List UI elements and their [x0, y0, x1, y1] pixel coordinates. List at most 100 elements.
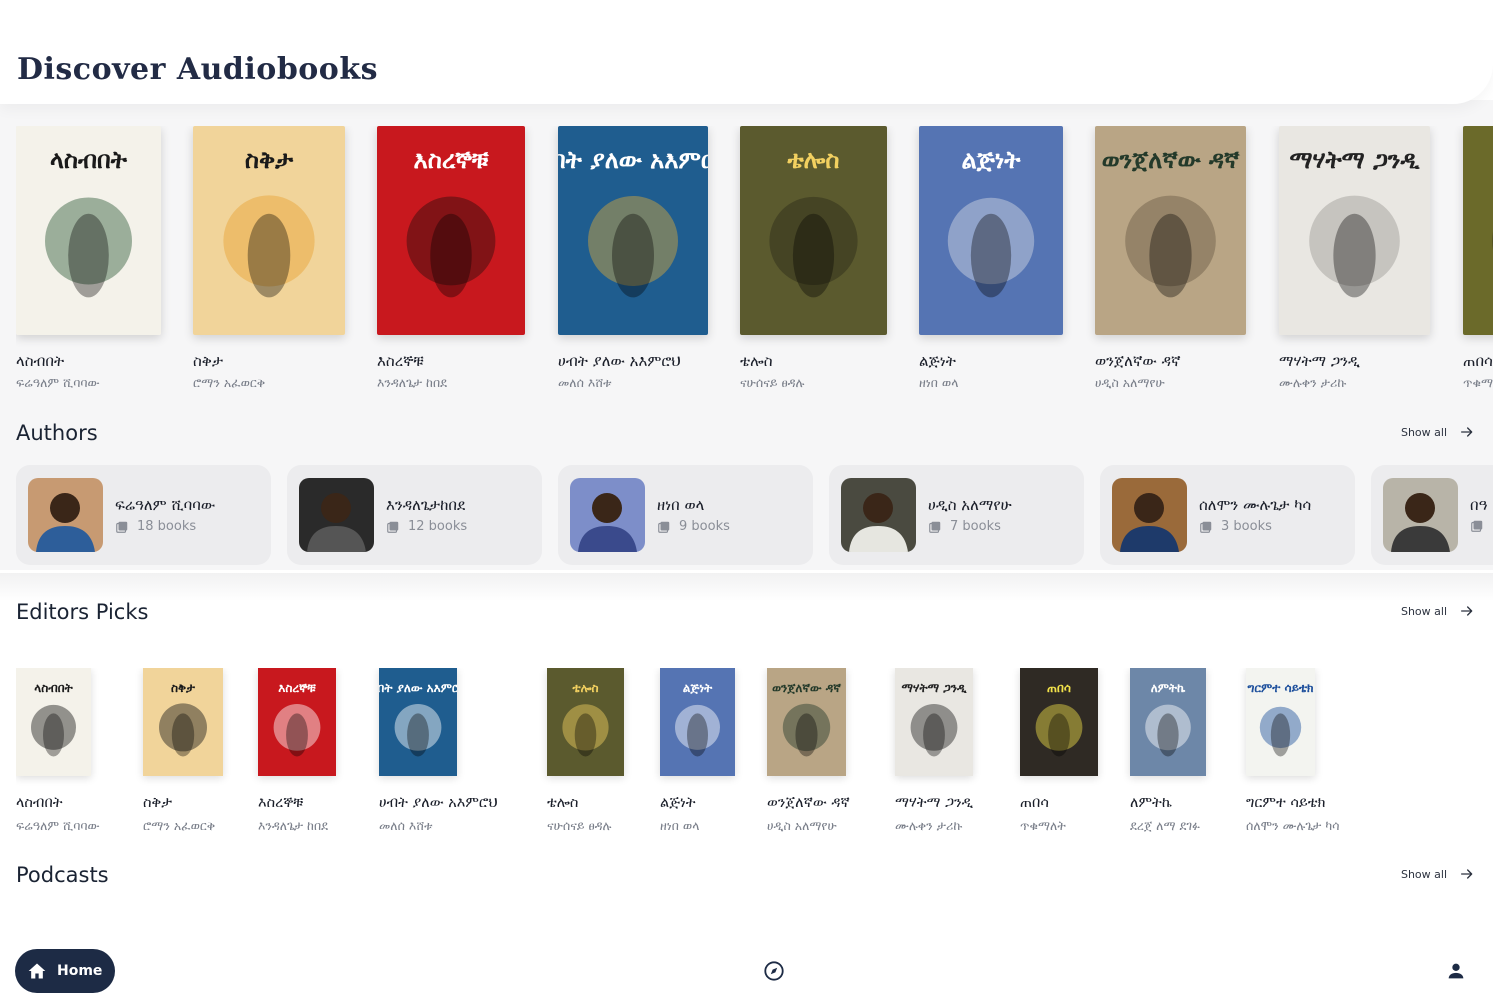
book-cover-image[interactable]: እስረኞቹ [258, 668, 336, 776]
author-name[interactable]: ሰለሞን ሙሉጌታ ካሳ [1199, 496, 1311, 514]
book-stack-icon [1470, 519, 1484, 533]
editors-section-header: Editors Picks Show all [16, 600, 1475, 630]
book-author: እንዳለጌታ ከበደ [258, 818, 328, 833]
book-author: ሮማን አፈወርቅ [193, 375, 266, 390]
book-title[interactable]: ላስብበት [16, 795, 63, 811]
author-name[interactable]: በዓ [1470, 496, 1487, 514]
person-icon[interactable] [1445, 960, 1467, 982]
book-cover-image[interactable]: ማሃትማ ጋንዲ [895, 668, 973, 776]
editors-picks-carousel[interactable]: ላስብበት ላስብበት ፍሬዓለም ሺባባው ስቅታ ስቅታ ሮማን አፈወርቅ እስረኞቹ… [16, 668, 1493, 848]
book-stack-icon [1199, 520, 1213, 534]
book-title[interactable]: ስቅታ [193, 352, 223, 370]
arrow-right-icon [1459, 866, 1475, 882]
cover-title-text: ስቅታ [171, 681, 196, 695]
author-name[interactable]: ፍሬዓለም ሺባባው [115, 496, 215, 514]
compass-icon[interactable] [763, 960, 785, 982]
book-author: ጥቁማለት [1463, 375, 1493, 390]
book-title[interactable]: ሀብት ያለው አእምሮህ [379, 795, 498, 811]
author-name[interactable]: እንዳለጌታከበደ [386, 496, 465, 514]
cover-title-text: ማሃትማ ጋንዲ [901, 681, 967, 695]
arrow-right-icon [1459, 603, 1475, 619]
book-title[interactable]: ወንጀለኛው ዳኛ [767, 795, 850, 811]
featured-books-carousel[interactable]: ላስብበት ላስብበት ፍሬዓለም ሺባባው ስቅታ ስቅታ ሮማን አፈወርቅ እስረኞቹ… [16, 126, 1493, 396]
book-cover-image[interactable]: ቴሎስ [547, 668, 624, 776]
book-cover-image[interactable]: ላስብበት [16, 126, 161, 335]
book-title[interactable]: ማሃትማ ጋንዲ [895, 795, 973, 811]
cover-title-text: ላስብበት [34, 681, 73, 695]
book-cover-image[interactable]: ላስብበት [16, 668, 91, 776]
book-title[interactable]: ስቅታ [143, 795, 172, 811]
cover-title-text: ላስብበት [50, 146, 128, 174]
book-author: ሀዲስ አለማየሁ [1095, 375, 1165, 390]
book-title[interactable]: ላስብበት [16, 352, 64, 370]
author-book-count-text: 7 books [950, 519, 1001, 534]
author-book-count-text: 18 books [137, 519, 197, 534]
book-stack-icon [386, 520, 400, 534]
book-cover-image[interactable]: ወንጀለኛው ዳኛ [767, 668, 846, 776]
bottom-navigation: Home [0, 938, 1493, 1003]
cover-title-text: ልጅነት [683, 681, 713, 695]
author-book-count-text: 3 books [1221, 519, 1272, 534]
book-title[interactable]: እስረኞቹ [258, 795, 303, 811]
app-page: Discover Audiobooks ላስብበት ላስብበት ፍሬዓለም ሺባባው… [0, 0, 1493, 1003]
book-author: ሮማን አፈወርቅ [143, 818, 216, 833]
book-author: እንዳለጌታ ከበደ [377, 375, 447, 390]
book-cover-image[interactable]: ልጅነት [919, 126, 1063, 335]
author-card[interactable]: በዓ [1371, 465, 1493, 565]
cover-title-text: ሀብት ያለው አእምሮህ [379, 681, 457, 695]
cover-title-text: ሀብት ያለው አእምሮህ [558, 146, 708, 174]
book-title[interactable]: ግርምተ ሳይቴክ [1246, 795, 1325, 811]
cover-title-text: ግርምተ ሳይቴክ [1246, 681, 1314, 695]
book-cover-image[interactable]: ልጅነት [660, 668, 735, 776]
author-card[interactable]: ፍሬዓለም ሺባባው 18 books [16, 465, 271, 565]
book-cover-image[interactable]: ማሃትማ ጋንዲ [1279, 126, 1430, 335]
book-author: መለሰ እሸቱ [379, 818, 433, 833]
book-cover-image[interactable]: ቴሎስ [740, 126, 887, 335]
nav-home-button[interactable]: Home [15, 949, 115, 993]
book-title[interactable]: ጠበሳ [1463, 352, 1493, 370]
book-author: ናሁሰናይ ፀዳሉ [740, 375, 805, 390]
book-cover-image[interactable]: ወንጀለኛው ዳኛ [1095, 126, 1246, 335]
author-card[interactable]: ሀዲስ አለማየሁ 7 books [829, 465, 1084, 565]
avatar [28, 478, 103, 552]
author-book-count: 9 books [657, 519, 730, 534]
author-name[interactable]: ሀዲስ አለማየሁ [928, 496, 1012, 514]
book-title[interactable]: ቴሎስ [740, 352, 773, 370]
book-cover-image[interactable]: ስቅታ [193, 126, 345, 335]
author-book-count: 18 books [115, 519, 196, 534]
author-card[interactable]: እንዳለጌታከበደ 12 books [287, 465, 542, 565]
book-title[interactable]: እስረኞቹ [377, 352, 424, 370]
book-title[interactable]: ለምትኬ [1130, 795, 1172, 811]
book-cover-image[interactable]: እስረኞቹ [377, 126, 525, 335]
author-book-count: 7 books [928, 519, 1001, 534]
book-author: ሙሉቀን ታሪኩ [1279, 375, 1347, 390]
author-name[interactable]: ዘነበ ወላ [657, 496, 704, 514]
page-title: Discover Audiobooks [17, 52, 378, 87]
author-card[interactable]: ዘነበ ወላ 9 books [558, 465, 813, 565]
authors-section-title: Authors [16, 421, 98, 445]
book-title[interactable]: ጠበሳ [1020, 795, 1049, 811]
book-title[interactable]: ቴሎስ [547, 795, 578, 811]
authors-section-header: Authors Show all [16, 421, 1475, 451]
book-cover-image[interactable]: ጠበሳ [1463, 126, 1493, 335]
book-cover-image[interactable]: ስቅታ [143, 668, 223, 776]
book-cover-image[interactable]: ጠበሳ [1020, 668, 1098, 776]
book-cover-image[interactable]: ሀብት ያለው አእምሮህ [379, 668, 457, 776]
book-title[interactable]: ማሃትማ ጋንዲ [1279, 352, 1360, 370]
podcasts-show-all-button[interactable]: Show all [1401, 866, 1475, 882]
book-title[interactable]: ወንጀለኛው ዳኛ [1095, 352, 1181, 370]
authors-carousel[interactable]: ፍሬዓለም ሺባባው 18 books እንዳለጌታከበደ 12 books ዘነበ… [16, 465, 1493, 565]
book-title[interactable]: ሀብት ያለው አእምሮህ [558, 352, 681, 370]
book-cover-image[interactable]: ግርምተ ሳይቴክ [1246, 668, 1315, 776]
editors-show-all-button[interactable]: Show all [1401, 603, 1475, 619]
book-author: ናሁሰናይ ፀዳሉ [547, 818, 612, 833]
cover-title-text: ልጅነት [962, 146, 1022, 174]
author-card[interactable]: ሰለሞን ሙሉጌታ ካሳ 3 books [1100, 465, 1355, 565]
book-cover-image[interactable]: ለምትኬ [1130, 668, 1206, 776]
cover-title-text: ማሃትማ ጋንዲ [1289, 146, 1420, 174]
book-title[interactable]: ልጅነት [660, 795, 696, 811]
book-cover-image[interactable]: ሀብት ያለው አእምሮህ [558, 126, 708, 335]
book-title[interactable]: ልጅነት [919, 352, 956, 370]
authors-show-all-button[interactable]: Show all [1401, 424, 1475, 440]
show-all-label: Show all [1400, 425, 1447, 439]
